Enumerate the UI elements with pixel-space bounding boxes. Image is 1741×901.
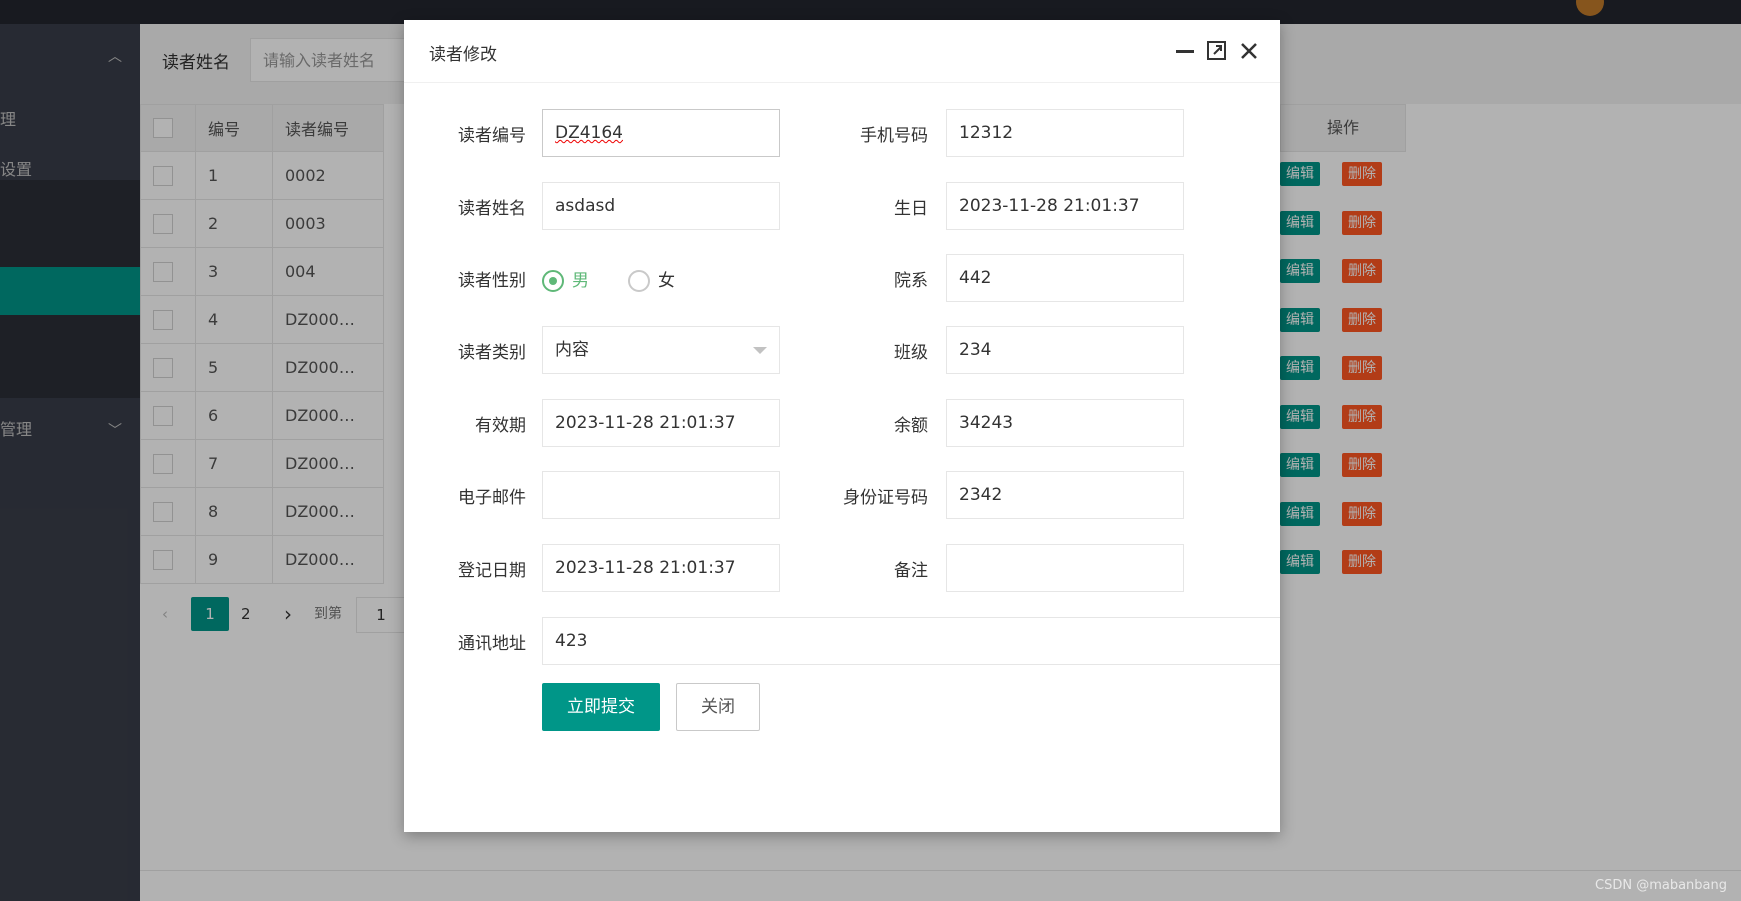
class-label: 班级 [894,343,928,363]
remark-input[interactable] [946,544,1184,592]
birthday-input[interactable]: 2023-11-28 21:01:37 [946,182,1184,230]
form-row: 读者姓名 asdasd 生日 2023-11-28 21:01:37 [404,182,1280,230]
email-input[interactable] [542,471,780,519]
id-number-input[interactable]: 2342 [946,471,1184,519]
reader-name-input[interactable]: asdasd [542,182,780,230]
close-icon[interactable] [1238,40,1260,62]
address-label: 通讯地址 [458,634,526,654]
reader-code-input[interactable]: DZ4164 [542,109,780,157]
gender-label: 读者性别 [458,271,526,291]
id-number-label: 身份证号码 [843,488,928,508]
category-label: 读者类别 [458,343,526,363]
reader-edit-dialog: 读者修改 读者编号 DZ4164 手机号码 12312 读者姓名 asdasd … [404,20,1280,832]
reader-name-label: 读者姓名 [458,199,526,219]
register-date-input[interactable]: 2023-11-28 21:01:37 [542,544,780,592]
gender-male-label: 男 [572,271,589,291]
radio-unchecked-icon[interactable] [628,270,650,292]
phone-input[interactable]: 12312 [946,109,1184,157]
valid-until-input[interactable]: 2023-11-28 21:01:37 [542,399,780,447]
form-row: 读者类别 内容 班级 234 [404,326,1280,374]
maximize-icon[interactable] [1206,40,1228,62]
form-row: 通讯地址 423 [404,617,1280,665]
balance-input[interactable]: 34243 [946,399,1184,447]
valid-until-label: 有效期 [475,416,526,436]
minimize-icon[interactable] [1174,40,1196,62]
register-date-label: 登记日期 [458,561,526,581]
form-row: 有效期 2023-11-28 21:01:37 余额 34243 [404,399,1280,447]
form-row: 登记日期 2023-11-28 21:01:37 备注 [404,544,1280,592]
gender-male-option[interactable]: 男 [542,266,589,292]
birthday-label: 生日 [894,199,928,219]
department-label: 院系 [894,271,928,291]
radio-checked-icon[interactable] [542,270,564,292]
department-input[interactable]: 442 [946,254,1184,302]
watermark: CSDN @mabanbang [1595,878,1727,893]
address-input[interactable]: 423 [542,617,1280,665]
gender-female-label: 女 [658,271,675,291]
submit-button[interactable]: 立即提交 [542,683,660,731]
remark-label: 备注 [894,561,928,581]
phone-label: 手机号码 [860,126,928,146]
category-value: 内容 [555,340,589,360]
form-row: 读者性别 男 女 院系 442 [404,254,1280,302]
dialog-header: 读者修改 [404,20,1280,83]
dialog-title: 读者修改 [429,45,497,65]
reader-code-value: DZ4164 [555,123,623,143]
close-button[interactable]: 关闭 [676,683,760,731]
reader-code-label: 读者编号 [458,126,526,146]
balance-label: 余额 [894,416,928,436]
form-row: 电子邮件 身份证号码 2342 [404,471,1280,519]
category-select[interactable]: 内容 [542,326,780,374]
dropdown-arrow-icon[interactable] [753,347,767,354]
form-row: 读者编号 DZ4164 手机号码 12312 [404,109,1280,157]
gender-female-option[interactable]: 女 [628,266,675,292]
email-label: 电子邮件 [458,488,526,508]
class-input[interactable]: 234 [946,326,1184,374]
